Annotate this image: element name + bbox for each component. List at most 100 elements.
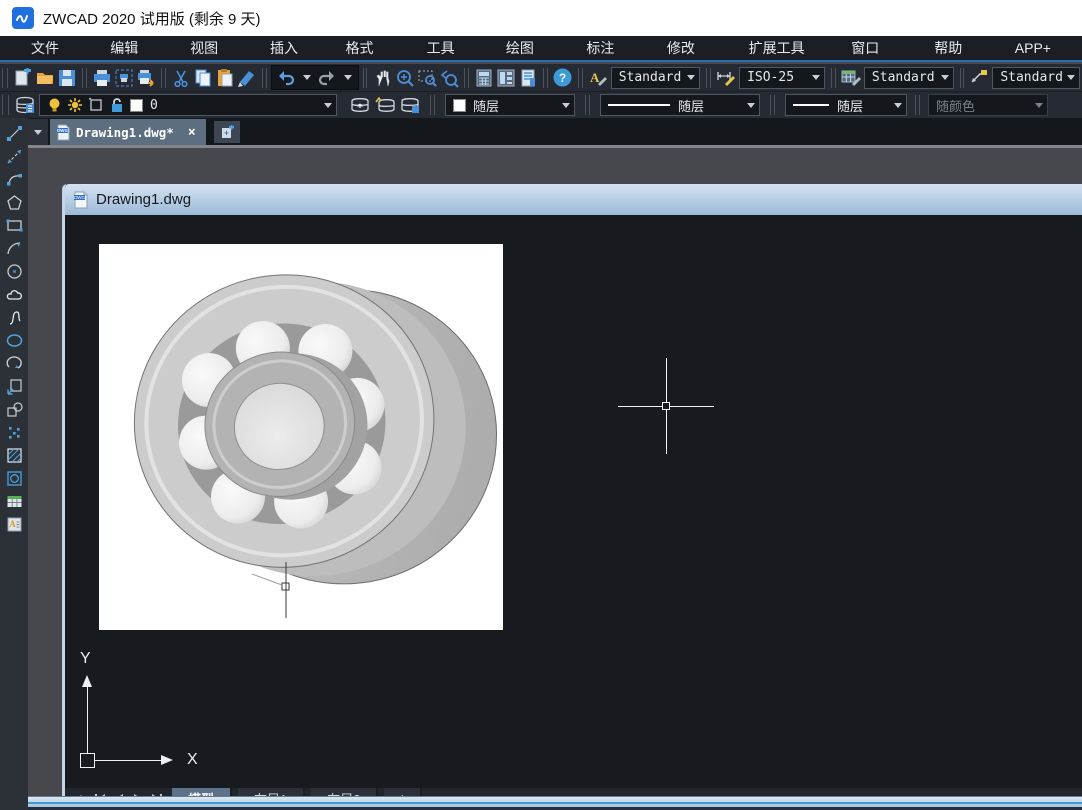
linetype-sample	[608, 104, 670, 106]
menu-help[interactable]: 帮助(H)	[913, 36, 994, 60]
plot-style-select[interactable]: 随颜色	[928, 94, 1048, 116]
revision-cloud-button[interactable]	[1, 283, 27, 306]
arc-icon	[5, 239, 24, 258]
print-button[interactable]	[91, 66, 113, 90]
text-style-button[interactable]: A	[587, 66, 609, 90]
text-style-select[interactable]: Standard	[611, 67, 701, 89]
chevron-down-icon	[1035, 103, 1043, 108]
layer-states-button[interactable]	[372, 93, 397, 117]
layer-previous-button[interactable]	[347, 93, 372, 117]
menu-insert[interactable]: 插入(I)	[249, 36, 324, 60]
mtext-button[interactable]: A	[1, 513, 27, 536]
new-document-tab-button[interactable]: +	[214, 121, 240, 143]
redo-button[interactable]	[315, 66, 340, 90]
linetype-select[interactable]: 随层	[600, 94, 760, 116]
table-button[interactable]	[1, 490, 27, 513]
window-title: ZWCAD 2020 试用版 (剩余 9 天)	[43, 8, 261, 29]
cut-icon	[171, 68, 191, 88]
lineweight-select[interactable]: 随层	[785, 94, 907, 116]
polyline-button[interactable]	[1, 168, 27, 191]
document-list-button[interactable]	[28, 119, 48, 145]
chevron-down-icon	[687, 75, 695, 80]
menu-modify[interactable]: 修改(M)	[646, 36, 728, 60]
dim-style-button[interactable]	[715, 66, 737, 90]
layer-isolate-button[interactable]	[397, 93, 422, 117]
insert-block-button[interactable]	[1, 375, 27, 398]
bulb-icon[interactable]	[47, 97, 62, 113]
color-select[interactable]: 随层	[445, 94, 575, 116]
layer-color-swatch-icon[interactable]	[130, 99, 143, 112]
pan-button[interactable]	[371, 66, 393, 90]
bearing-render-image	[99, 244, 503, 630]
zoom-realtime-button[interactable]	[394, 66, 416, 90]
undo-history-chevron-icon[interactable]	[303, 75, 311, 80]
menu-draw[interactable]: 绘图(D)	[485, 36, 566, 60]
cut-button[interactable]	[170, 66, 192, 90]
line-button[interactable]	[1, 122, 27, 145]
document-tab-drawing1[interactable]: DWG Drawing1.dwg* ×	[50, 119, 206, 145]
layer-select[interactable]: 0	[39, 94, 337, 116]
viewport-icon[interactable]	[88, 97, 104, 113]
drawing-canvas[interactable]: Y X	[65, 215, 1082, 775]
open-button[interactable]	[34, 66, 56, 90]
help-button[interactable]: ?	[552, 66, 574, 90]
menu-dimension[interactable]: 标注(N)	[565, 36, 646, 60]
save-button[interactable]	[56, 66, 78, 90]
layer-manager-button[interactable]	[12, 93, 37, 117]
spline-button[interactable]	[1, 306, 27, 329]
toolbar-separator	[262, 68, 267, 88]
quickcalc-button[interactable]	[473, 66, 495, 90]
menu-express-tools[interactable]: 扩展工具(X)	[728, 36, 831, 60]
plot-button[interactable]	[135, 66, 157, 90]
plot-style-value: 随颜色	[936, 96, 1031, 115]
menu-tools[interactable]: 工具(T)	[406, 36, 485, 60]
mtext-icon: A	[5, 515, 24, 534]
mleader-style-select[interactable]: Standard	[992, 67, 1080, 89]
ucs-origin-box	[80, 753, 95, 768]
dim-style-select[interactable]: ISO-25	[739, 67, 825, 89]
unlock-icon[interactable]	[109, 97, 124, 113]
point-button[interactable]	[1, 421, 27, 444]
drawing-window-titlebar[interactable]: DWG Drawing1.dwg	[65, 184, 1082, 215]
menu-window[interactable]: 窗口(W)	[830, 36, 913, 60]
toolbar-separator	[430, 95, 435, 115]
ucs-x-arrowhead	[161, 755, 173, 765]
palette-button[interactable]	[495, 66, 517, 90]
close-tab-icon[interactable]: ×	[188, 125, 196, 140]
zoom-previous-button[interactable]	[438, 66, 460, 90]
mleader-style-button[interactable]	[968, 66, 990, 90]
menu-app-plus[interactable]: APP+	[994, 36, 1072, 60]
zoom-window-button[interactable]	[416, 66, 438, 90]
ellipse-button[interactable]	[1, 329, 27, 352]
menu-edit[interactable]: 编辑(E)	[89, 36, 169, 60]
hatch-button[interactable]	[1, 444, 27, 467]
format-painter-button[interactable]	[236, 66, 258, 90]
toolbar-grip[interactable]	[2, 68, 8, 88]
menu-view[interactable]: 视图(V)	[169, 36, 249, 60]
table-style-select[interactable]: Standard	[864, 67, 954, 89]
donut-button[interactable]	[1, 467, 27, 490]
new-button[interactable]	[11, 66, 33, 90]
toolbar-grip[interactable]	[2, 95, 9, 115]
paste-button[interactable]	[214, 66, 236, 90]
ellipse-arc-button[interactable]	[1, 352, 27, 375]
undo-button[interactable]	[274, 66, 299, 90]
make-block-button[interactable]	[1, 398, 27, 421]
copy-button[interactable]	[192, 66, 214, 90]
redo-history-chevron-icon[interactable]	[344, 75, 352, 80]
polygon-button[interactable]	[1, 191, 27, 214]
construction-line-button[interactable]	[1, 145, 27, 168]
menu-file[interactable]: 文件(F)	[10, 36, 89, 60]
menu-format[interactable]: 格式(O)	[324, 36, 405, 60]
sun-icon[interactable]	[67, 97, 83, 113]
designcenter-icon	[518, 68, 538, 88]
table-style-button[interactable]	[840, 66, 862, 90]
mleader-style-icon	[968, 68, 990, 88]
insert-block-icon	[5, 377, 24, 396]
command-window-top-edge[interactable]	[28, 796, 1082, 810]
arc-button[interactable]	[1, 237, 27, 260]
designcenter-button[interactable]	[517, 66, 539, 90]
rectangle-button[interactable]	[1, 214, 27, 237]
circle-button[interactable]	[1, 260, 27, 283]
print-preview-button[interactable]	[113, 66, 135, 90]
